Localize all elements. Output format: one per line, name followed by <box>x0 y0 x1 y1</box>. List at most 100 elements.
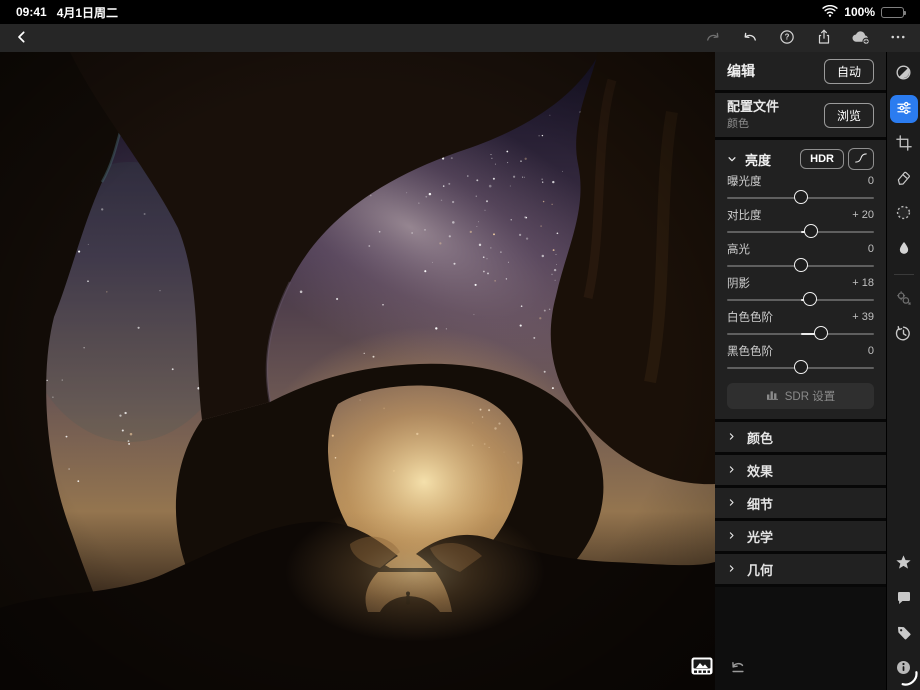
redo-button[interactable] <box>701 26 725 50</box>
top-toolbar: ? <box>0 24 920 52</box>
collapsed-sections: 颜色 效果 细节 光学 几何 <box>715 422 886 587</box>
edit-tool-button[interactable] <box>890 95 918 123</box>
battery-percent: 100% <box>844 5 875 19</box>
light-section-header[interactable]: 亮度 <box>727 150 771 169</box>
undo-button[interactable] <box>738 26 762 50</box>
edit-panel: 编辑 自动 配置文件 颜色 浏览 亮度 <box>715 52 886 690</box>
slider-knob[interactable] <box>814 326 828 340</box>
light-section-title: 亮度 <box>745 150 771 169</box>
profile-label: 配置文件 <box>727 99 779 115</box>
collapsed-section[interactable]: 光学 <box>715 521 886 551</box>
chevron-right-icon <box>727 560 736 578</box>
lens-blur-button[interactable] <box>890 235 918 263</box>
tone-curve-button[interactable] <box>848 148 874 170</box>
hdr-button[interactable]: HDR <box>800 149 844 169</box>
auto-button[interactable]: 自动 <box>824 59 874 84</box>
slider: 对比度 + 20 <box>727 206 874 240</box>
svg-text:?: ? <box>785 32 790 41</box>
reset-edits-button[interactable] <box>728 658 748 679</box>
chevron-left-icon <box>14 29 30 48</box>
filmstrip-toggle-button[interactable] <box>691 657 713 678</box>
light-sliders: 曝光度 0 对比度 + 20 高光 0 阴影 + 1 <box>727 172 874 376</box>
slider-label: 阴影 <box>727 275 750 291</box>
section-label: 颜色 <box>747 428 773 447</box>
chevron-right-icon <box>727 494 736 512</box>
slider-value: + 39 <box>852 311 874 323</box>
section-label: 细节 <box>747 494 773 513</box>
help-button[interactable]: ? <box>775 26 799 50</box>
info-button[interactable] <box>890 655 918 683</box>
speech-bubble-icon <box>895 589 913 610</box>
chevron-right-icon <box>727 527 736 545</box>
slider-label: 对比度 <box>727 207 762 223</box>
slider-track[interactable] <box>727 359 874 376</box>
cloud-sync-button[interactable] <box>849 26 873 50</box>
sliders-icon <box>895 99 913 120</box>
browse-button[interactable]: 浏览 <box>824 103 874 128</box>
edit-header: 编辑 自动 <box>715 52 886 90</box>
slider-label: 白色色阶 <box>727 309 773 325</box>
filmstrip-icon <box>691 663 713 678</box>
slider-knob[interactable] <box>794 360 808 374</box>
slider: 曝光度 0 <box>727 172 874 206</box>
crop-tool-button[interactable] <box>890 130 918 158</box>
panel-title: 编辑 <box>727 61 755 81</box>
slider: 黑色色阶 0 <box>727 342 874 376</box>
light-section: 亮度 HDR 曝光度 0 <box>715 140 886 419</box>
histogram-icon <box>766 389 779 403</box>
slider-track[interactable] <box>727 325 874 342</box>
star-rating-button[interactable] <box>890 550 918 578</box>
history-clock-icon <box>894 324 913 346</box>
sdr-settings-button[interactable]: SDR 设置 <box>727 383 874 409</box>
photo-canvas[interactable] <box>0 52 715 690</box>
slider-knob[interactable] <box>794 258 808 272</box>
collapsed-section[interactable]: 细节 <box>715 488 886 518</box>
masking-tool-button[interactable] <box>890 200 918 228</box>
status-bar: 09:41 4月1日周二 100% <box>0 0 920 24</box>
slider-track[interactable] <box>727 291 874 308</box>
status-time: 09:41 <box>16 5 47 19</box>
slider: 阴影 + 18 <box>727 274 874 308</box>
slider-knob[interactable] <box>804 224 818 238</box>
presets-icon <box>894 63 913 85</box>
share-button[interactable] <box>812 26 836 50</box>
slider-knob[interactable] <box>803 292 817 306</box>
slider-knob[interactable] <box>794 190 808 204</box>
versions-button[interactable] <box>890 321 918 349</box>
comment-button[interactable] <box>890 585 918 613</box>
slider-label: 黑色色阶 <box>727 343 773 359</box>
chevron-right-icon <box>727 461 736 479</box>
reset-icon <box>728 664 748 679</box>
back-button[interactable] <box>10 26 34 50</box>
collapsed-section[interactable]: 效果 <box>715 455 886 485</box>
chevron-right-icon <box>727 428 736 446</box>
heal-tool-button[interactable] <box>890 165 918 193</box>
more-button[interactable] <box>886 26 910 50</box>
slider-value: + 18 <box>852 277 874 289</box>
slider-track[interactable] <box>727 223 874 240</box>
section-label: 光学 <box>747 527 773 546</box>
slider-track[interactable] <box>727 189 874 206</box>
star-icon <box>894 553 913 575</box>
keyword-tag-button[interactable] <box>890 620 918 648</box>
masking-icon <box>894 203 913 225</box>
slider: 白色色阶 + 39 <box>727 308 874 342</box>
crop-icon <box>895 134 913 155</box>
sdr-settings-label: SDR 设置 <box>785 388 835 404</box>
presets-button[interactable] <box>890 60 918 88</box>
slider-value: + 20 <box>852 209 874 221</box>
redo-icon <box>704 28 722 49</box>
photo-image <box>0 52 715 690</box>
battery-icon <box>881 7 904 18</box>
share-icon <box>815 28 833 49</box>
cloud-sync-add-icon <box>850 28 872 49</box>
slider-label: 曝光度 <box>727 173 762 189</box>
section-label: 几何 <box>747 560 773 579</box>
slider-track[interactable] <box>727 257 874 274</box>
slider-value: 0 <box>868 175 874 187</box>
lightroom-app-window: 09:41 4月1日周二 100% <box>0 0 920 690</box>
undo-icon <box>741 28 759 49</box>
collapsed-section[interactable]: 颜色 <box>715 422 886 452</box>
enhance-button[interactable] <box>890 286 918 314</box>
collapsed-section[interactable]: 几何 <box>715 554 886 584</box>
